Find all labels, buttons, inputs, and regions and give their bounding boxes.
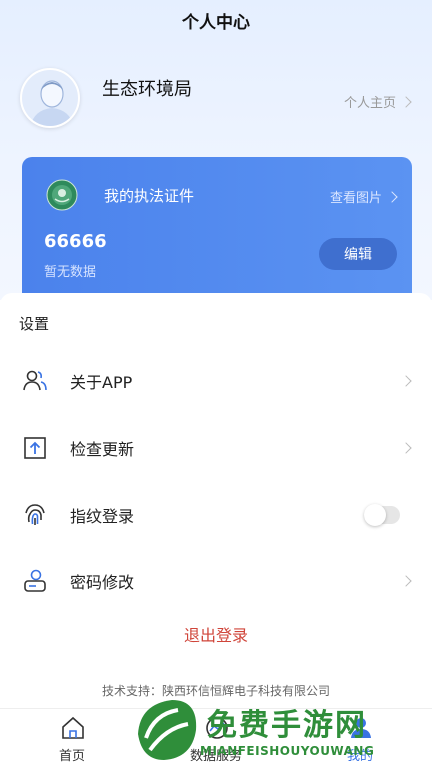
tab-label: 首页: [58, 749, 85, 764]
chevron-right-icon: [400, 575, 412, 587]
watermark-logo-icon: [138, 700, 197, 760]
emblem-icon: [46, 179, 78, 211]
certificate-title: 我的执法证件: [104, 187, 195, 205]
tab-home[interactable]: 首页: [18, 709, 126, 768]
homepage-label: 个人主页: [343, 96, 396, 111]
fingerprint-icon: [25, 504, 45, 525]
watermark-subtext: MIANFEISHOUYOUWANG: [200, 744, 375, 758]
fingerprint-toggle[interactable]: [364, 504, 400, 526]
settings-item-label: 指纹登录: [70, 507, 135, 526]
password-icon: [24, 569, 46, 592]
toggle-knob: [364, 504, 386, 526]
watermark: 免费手游网 MIANFEISHOUYOUWANG: [132, 694, 432, 768]
avatar[interactable]: [20, 68, 80, 128]
users-icon: [23, 370, 47, 391]
chevron-right-icon: [400, 442, 412, 454]
page-title: 个人中心: [182, 13, 250, 33]
certificate-status: 暂无数据: [44, 265, 97, 280]
chevron-right-icon: [386, 190, 398, 203]
view-picture-label: 查看图片: [329, 191, 382, 206]
certificate-number: 66666: [44, 231, 107, 252]
watermark-text: 免费手游网: [207, 708, 367, 743]
settings-panel: 设置 关于APP 检查更新 指纹登录 密码修改: [0, 293, 432, 713]
chevron-right-icon: [400, 95, 412, 108]
certificate-card: 我的执法证件 查看图片 66666 暂无数据 编辑: [22, 157, 412, 297]
settings-title: 设置: [19, 315, 50, 333]
home-icon: [62, 716, 84, 739]
settings-item-label: 密码修改: [70, 573, 135, 592]
upload-box-icon: [24, 437, 46, 459]
logout-button[interactable]: 退出登录: [0, 622, 432, 646]
edit-button[interactable]: 编辑: [319, 238, 397, 270]
settings-item-about[interactable]: 关于APP: [0, 353, 432, 409]
settings-item-check-update[interactable]: 检查更新: [0, 420, 432, 476]
settings-item-password[interactable]: 密码修改: [0, 553, 432, 609]
view-picture-link[interactable]: 查看图片: [329, 187, 398, 206]
settings-item-label: 关于APP: [70, 373, 133, 392]
settings-item-label: 检查更新: [70, 440, 135, 459]
chevron-right-icon: [400, 375, 412, 387]
profile-homepage-link[interactable]: 个人主页: [343, 92, 412, 111]
user-name: 生态环境局: [102, 79, 192, 100]
settings-item-fingerprint[interactable]: 指纹登录: [0, 487, 432, 543]
